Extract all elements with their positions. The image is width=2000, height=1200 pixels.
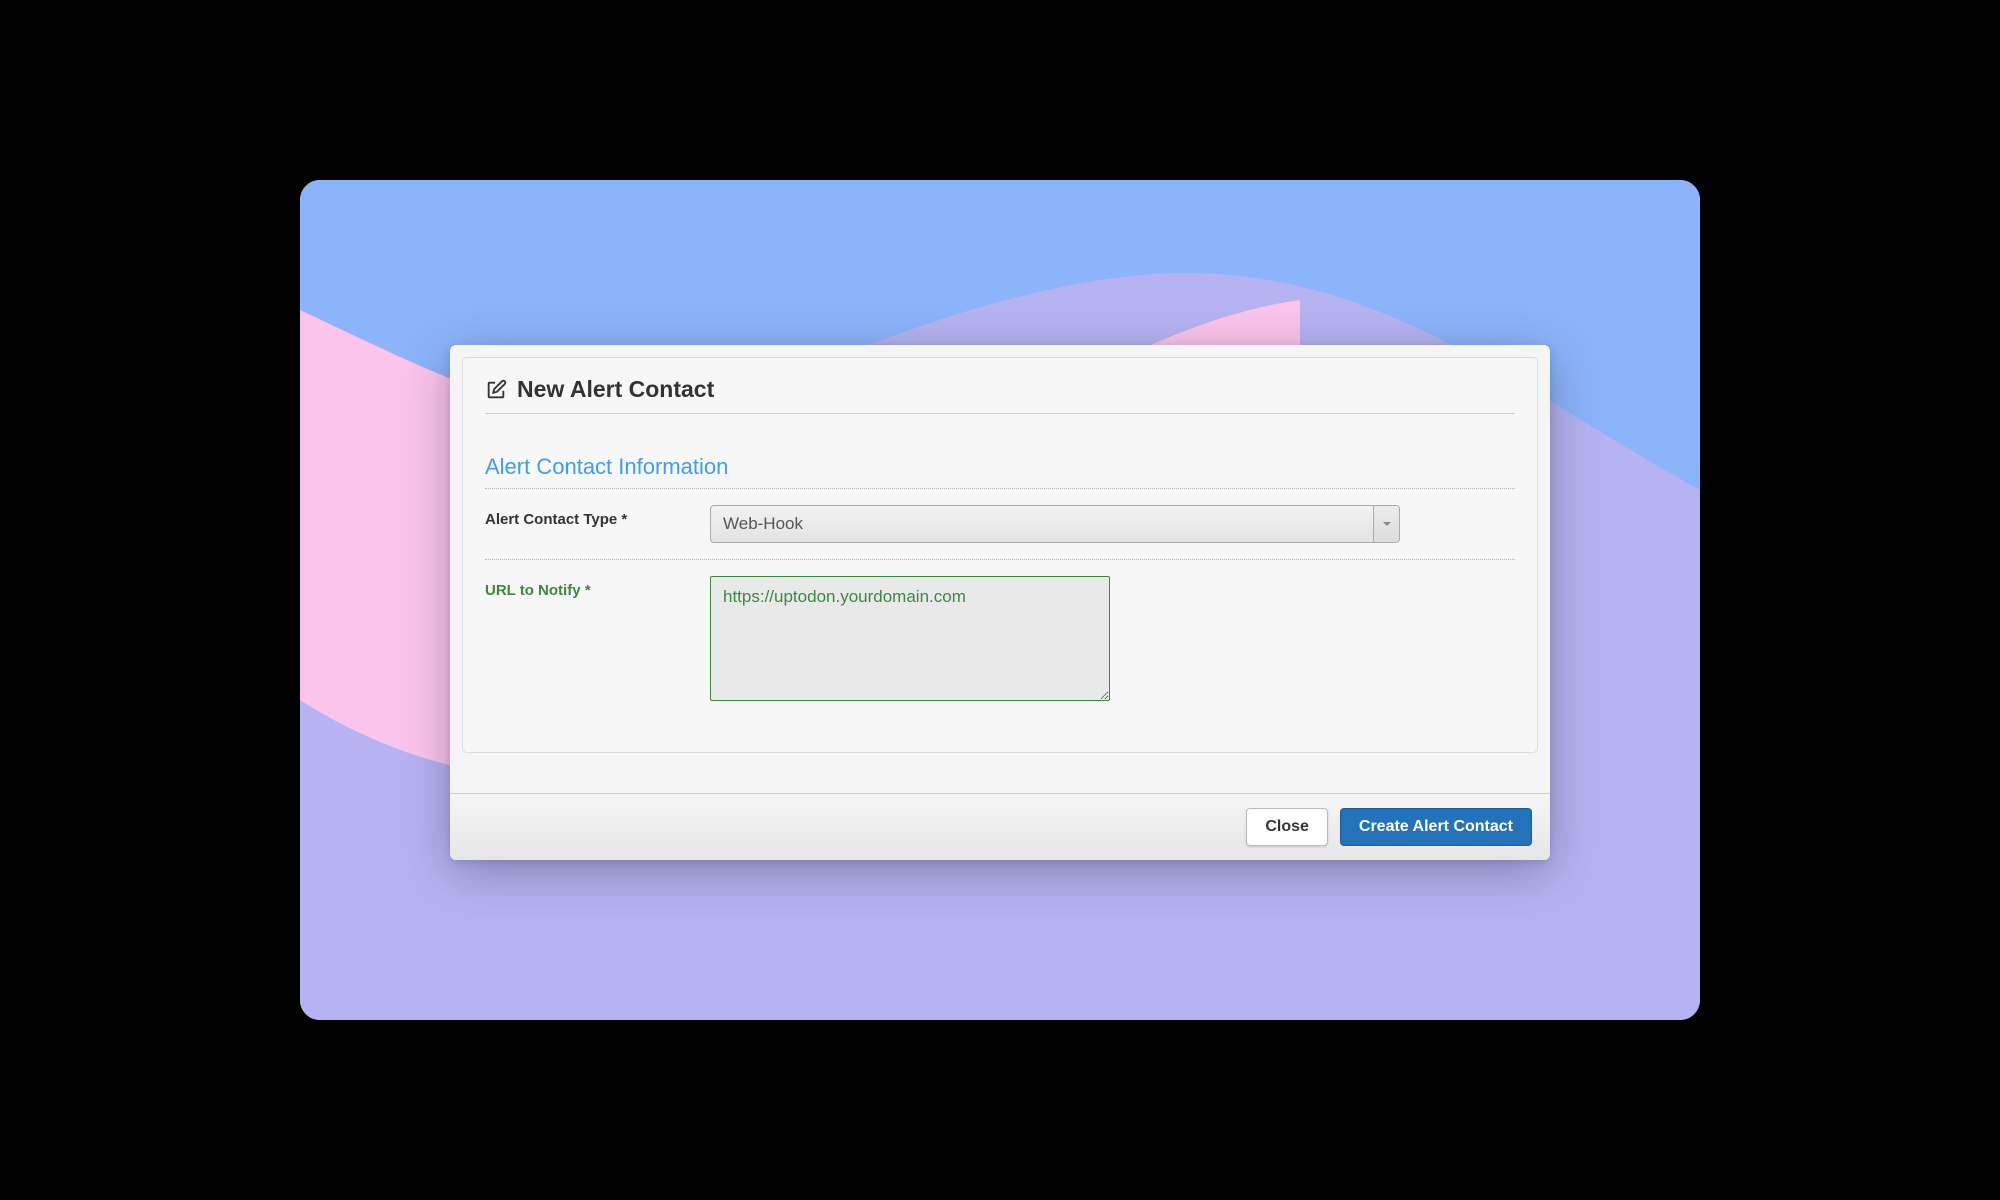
create-alert-contact-button[interactable]: Create Alert Contact bbox=[1340, 808, 1532, 846]
chevron-down-icon bbox=[1373, 506, 1399, 542]
url-to-notify-input[interactable] bbox=[710, 576, 1110, 701]
form-row-type: Alert Contact Type * Web-Hook bbox=[485, 489, 1515, 560]
edit-icon bbox=[485, 379, 507, 401]
modal-body-panel: New Alert Contact Alert Contact Informat… bbox=[462, 357, 1538, 753]
modal-title: New Alert Contact bbox=[517, 376, 714, 403]
select-value: Web-Hook bbox=[711, 506, 1373, 542]
close-button[interactable]: Close bbox=[1246, 808, 1328, 846]
new-alert-contact-modal: New Alert Contact Alert Contact Informat… bbox=[450, 345, 1550, 860]
modal-footer: Close Create Alert Contact bbox=[450, 793, 1550, 860]
type-label: Alert Contact Type * bbox=[485, 505, 710, 528]
app-frame: New Alert Contact Alert Contact Informat… bbox=[300, 180, 1700, 1020]
form-row-url: URL to Notify * bbox=[485, 560, 1515, 722]
section-title: Alert Contact Information bbox=[485, 454, 1515, 489]
url-label: URL to Notify * bbox=[485, 576, 710, 599]
alert-contact-type-select[interactable]: Web-Hook bbox=[710, 505, 1400, 543]
modal-header: New Alert Contact bbox=[485, 376, 1515, 414]
